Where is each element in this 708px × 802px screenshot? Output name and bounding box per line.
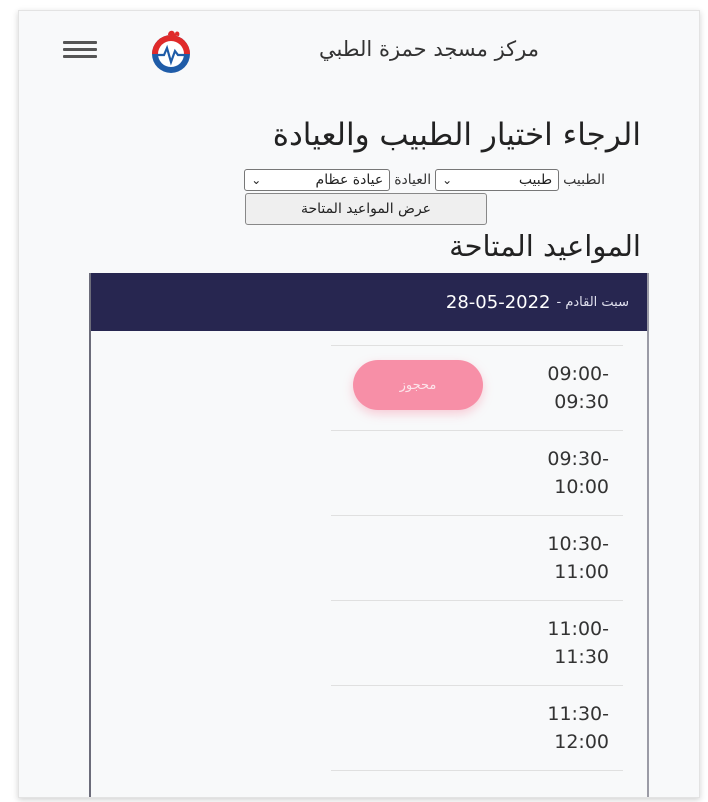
- clinic-label: العيادة: [394, 172, 432, 188]
- slot-time: 10:30- 11:00: [547, 530, 609, 586]
- slot-start: 09:00-: [547, 363, 609, 385]
- slot-time: 11:00- 11:30: [547, 615, 609, 671]
- app-window: مركز مسجد حمزة الطبي الرجاء اختيار الطبي…: [18, 10, 700, 798]
- schedule-card: سبت القادم - 28-05-2022 09:00- 09:30 محج…: [89, 273, 649, 797]
- slot-start: 10:30-: [547, 533, 609, 555]
- schedule-date: 28-05-2022: [445, 291, 551, 313]
- chevron-down-icon: ⌄: [251, 173, 262, 187]
- page-title: الرجاء اختيار الطبيب والعيادة: [272, 117, 641, 153]
- hamburger-menu-icon[interactable]: [63, 41, 97, 59]
- selection-form: الطبيب طبيب ⌄ العيادة عيادة عظام ⌄: [244, 169, 605, 191]
- slot-end: 10:00: [554, 476, 609, 498]
- slot-end: 09:30: [554, 391, 609, 413]
- slot-start: 11:00-: [547, 618, 609, 640]
- doctor-select-value: طبيب: [518, 172, 553, 188]
- doctor-select[interactable]: طبيب ⌄: [435, 169, 560, 191]
- show-available-appointments-button[interactable]: عرض المواعيد المتاحة: [245, 193, 487, 225]
- slot-start: 09:30-: [547, 448, 609, 470]
- time-slot[interactable]: 09:30- 10:00: [331, 430, 623, 516]
- chevron-down-icon: ⌄: [442, 173, 453, 187]
- navbar: مركز مسجد حمزة الطبي: [19, 11, 699, 89]
- time-slot[interactable]: 09:00- 09:30 محجوز: [331, 345, 623, 431]
- slot-end: 11:00: [554, 561, 609, 583]
- time-slot[interactable]: 11:00- 11:30: [331, 600, 623, 686]
- clinic-select[interactable]: عيادة عظام ⌄: [244, 169, 391, 191]
- slot-time: 09:30- 10:00: [547, 445, 609, 501]
- slot-time: 11:30- 12:00: [547, 700, 609, 756]
- schedule-date-header: سبت القادم - 28-05-2022: [91, 273, 647, 331]
- booked-badge: محجوز: [353, 360, 483, 410]
- slot-time: 09:00- 09:30: [547, 360, 609, 416]
- time-slot[interactable]: 10:30- 11:00: [331, 515, 623, 601]
- day-name: سبت القادم -: [556, 294, 629, 310]
- clinic-select-value: عيادة عظام: [315, 172, 384, 188]
- time-slot[interactable]: 11:30- 12:00: [331, 685, 623, 771]
- slot-end: 12:00: [554, 731, 609, 753]
- brand-title[interactable]: مركز مسجد حمزة الطبي: [319, 37, 539, 61]
- slot-start: 11:30-: [547, 703, 609, 725]
- heart-pulse-logo-icon[interactable]: [145, 27, 197, 75]
- section-title: المواعيد المتاحة: [449, 229, 641, 263]
- slot-end: 11:30: [554, 646, 609, 668]
- doctor-label: الطبيب: [563, 172, 605, 188]
- slot-divider: [331, 770, 623, 797]
